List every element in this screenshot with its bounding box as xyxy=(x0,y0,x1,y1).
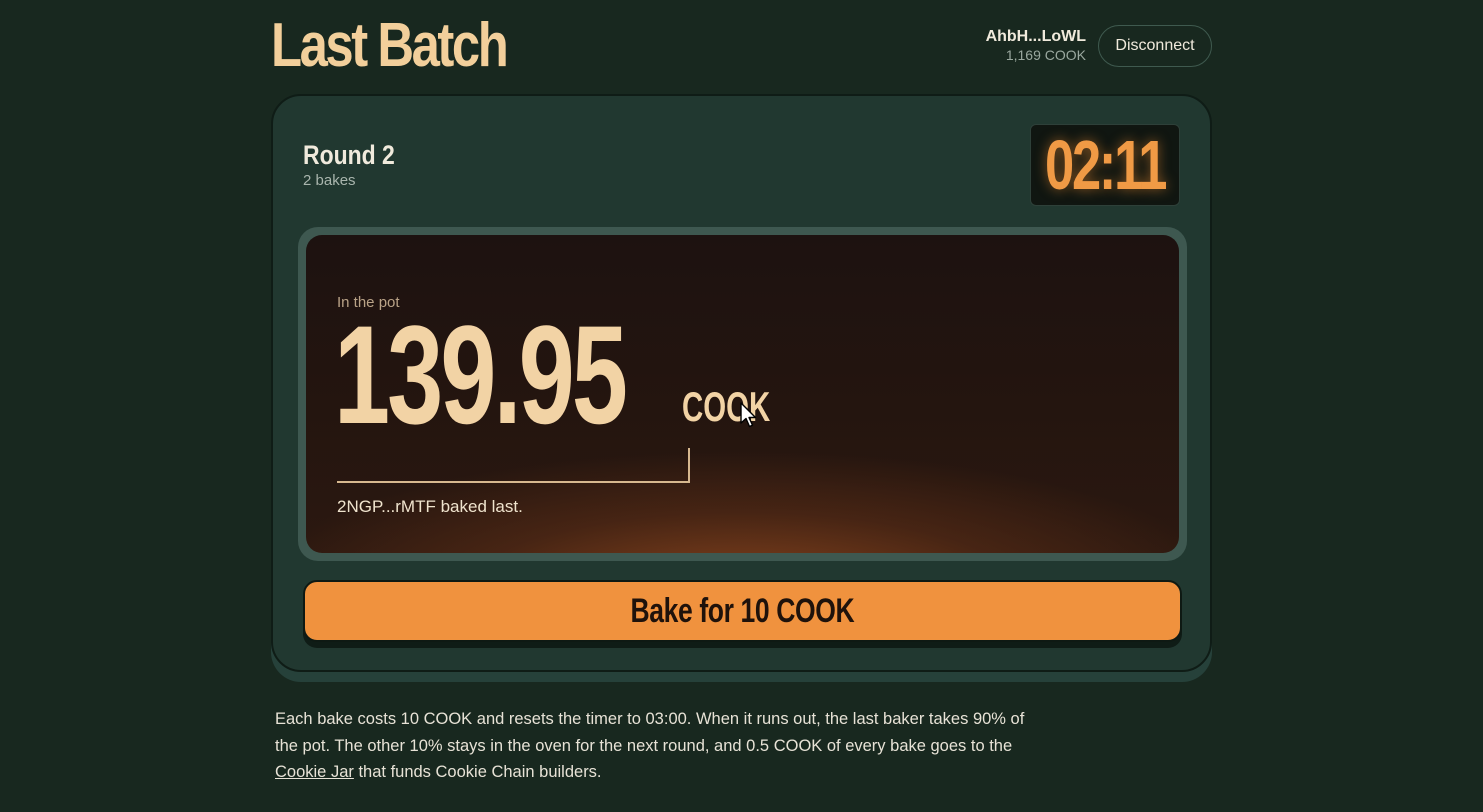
countdown-timer: 02:11 xyxy=(1030,124,1180,206)
app-container: Last Batch AhbH...LoWL 1,169 COOK Discon… xyxy=(271,0,1212,781)
game-panel: Round 2 2 bakes 02:11 In the pot 139.95 … xyxy=(271,94,1212,672)
cookie-jar-link[interactable]: Cookie Jar xyxy=(275,763,354,781)
pot-frame: In the pot 139.95 COOK 2NGP...rMTF baked… xyxy=(298,227,1187,561)
wallet-balance: 1,169 COOK xyxy=(1005,47,1086,63)
app-title: Last Batch xyxy=(271,11,509,80)
page-header: Last Batch AhbH...LoWL 1,169 COOK Discon… xyxy=(271,0,1212,92)
timer-value: 02:11 xyxy=(1044,126,1167,204)
rules-description: Each bake costs 10 COOK and resets the t… xyxy=(275,706,1045,786)
round-title: Round 2 xyxy=(303,140,395,170)
last-baker-text: 2NGP...rMTF baked last. xyxy=(337,497,523,516)
pot-unit: COOK xyxy=(682,383,771,430)
bake-button[interactable]: Bake for 10 COOK xyxy=(303,580,1182,642)
pot-underline-decoration xyxy=(337,448,690,483)
rules-text-start: Each bake costs 10 COOK and resets the t… xyxy=(275,710,1025,755)
rules-text-end: that funds Cookie Chain builders. xyxy=(353,763,602,781)
disconnect-button[interactable]: Disconnect xyxy=(1098,25,1212,67)
wallet-info: AhbH...LoWL 1,169 COOK xyxy=(986,28,1086,64)
pot-amount: 139.95 xyxy=(334,296,628,453)
pot-display: In the pot 139.95 COOK 2NGP...rMTF baked… xyxy=(306,235,1179,553)
bake-count: 2 bakes xyxy=(303,172,356,189)
wallet-address: AhbH...LoWL xyxy=(985,28,1086,45)
bake-button-label: Bake for 10 COOK xyxy=(630,591,855,630)
